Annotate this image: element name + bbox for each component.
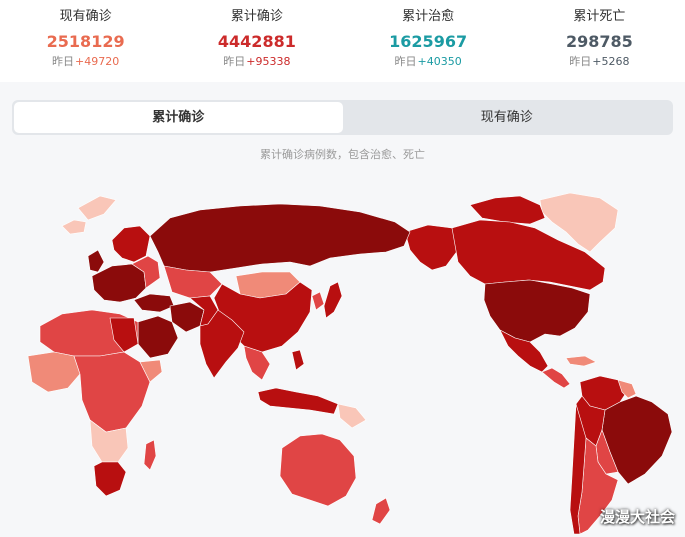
region-iceland[interactable]	[61, 219, 87, 235]
world-map-svg[interactable]	[0, 170, 685, 537]
stat-delta: 昨日+49720	[0, 54, 171, 70]
stat-value: 1625967	[389, 32, 468, 51]
region-svalbard[interactable]	[77, 195, 117, 221]
stat-delta: 昨日+95338	[171, 54, 342, 70]
map-mode-tabs: 累计确诊 现有确诊	[12, 100, 673, 135]
stat-label: 累计确诊	[230, 9, 283, 24]
region-usa[interactable]	[483, 279, 591, 343]
stat-delta-prefix: 昨日	[569, 55, 592, 68]
stat-delta: 昨日+5268	[514, 54, 685, 70]
region-japan[interactable]	[323, 281, 343, 319]
stat-delta-value: +40350	[417, 55, 462, 68]
stat-label: 现有确诊	[59, 9, 112, 24]
region-southeast-asia[interactable]	[243, 345, 271, 381]
stat-label: 累计治愈	[402, 9, 455, 24]
stat-total-confirmed: 累计确诊 4442881 昨日+95338	[171, 0, 342, 82]
region-turkey[interactable]	[133, 293, 175, 313]
stat-delta-value: +49720	[75, 55, 120, 68]
region-iran[interactable]	[169, 301, 205, 333]
stat-value: 298785	[565, 32, 633, 51]
tab-current-confirmed[interactable]: 现有确诊	[343, 102, 672, 133]
region-philippines[interactable]	[291, 349, 305, 371]
watermark-text: 漫漫大社会	[599, 508, 675, 526]
map-subtitle: 累计确诊病例数，包含治愈、死亡	[260, 148, 425, 161]
region-central-africa[interactable]	[73, 351, 151, 433]
stat-value: 2518129	[46, 32, 125, 51]
stat-delta-prefix: 昨日	[394, 55, 417, 68]
region-west-africa[interactable]	[27, 351, 81, 393]
stat-delta-prefix: 昨日	[223, 55, 246, 68]
region-south-africa[interactable]	[93, 461, 127, 497]
region-uk[interactable]	[87, 249, 105, 273]
region-new-zealand[interactable]	[371, 497, 391, 525]
region-indonesia[interactable]	[257, 387, 339, 415]
world-map[interactable]	[0, 170, 685, 537]
region-russia[interactable]	[149, 203, 411, 273]
region-scandinavia[interactable]	[111, 225, 151, 263]
stat-delta-value: +5268	[592, 55, 630, 68]
stats-bar: 现有确诊 2518129 昨日+49720 累计确诊 4442881 昨日+95…	[0, 0, 685, 82]
stat-total-deaths: 累计死亡 298785 昨日+5268	[514, 0, 685, 82]
region-korea[interactable]	[311, 291, 325, 311]
region-western-europe[interactable]	[91, 263, 147, 303]
stat-delta-prefix: 昨日	[52, 55, 75, 68]
stat-value: 4442881	[217, 32, 296, 51]
region-alaska[interactable]	[404, 224, 459, 271]
region-caribbean[interactable]	[565, 355, 597, 367]
stat-label: 累计死亡	[573, 9, 626, 24]
region-central-america[interactable]	[541, 367, 571, 389]
region-australia[interactable]	[279, 433, 357, 507]
stat-total-recovered: 累计治愈 1625967 昨日+40350	[343, 0, 514, 82]
region-papua[interactable]	[337, 403, 367, 429]
stat-delta: 昨日+40350	[343, 54, 514, 70]
stat-current-confirmed: 现有确诊 2518129 昨日+49720	[0, 0, 171, 82]
tab-total-confirmed[interactable]: 累计确诊	[14, 102, 343, 133]
region-saudi-arabia[interactable]	[137, 315, 179, 359]
stat-delta-value: +95338	[246, 55, 291, 68]
region-madagascar[interactable]	[143, 439, 157, 471]
